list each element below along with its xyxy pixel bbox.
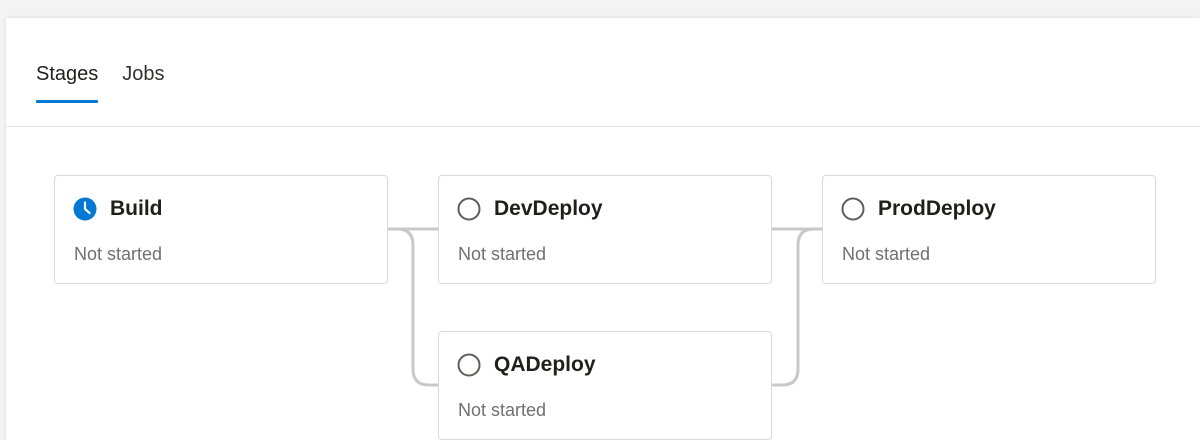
- connector-build-qadeploy: [387, 227, 440, 387]
- tab-stages[interactable]: Stages: [36, 58, 99, 103]
- tab-bar: Stages Jobs: [36, 58, 165, 103]
- tab-jobs[interactable]: Jobs: [122, 58, 164, 102]
- stage-name: DevDeploy: [494, 197, 603, 220]
- stage-card-devdeploy[interactable]: DevDeploy Not started: [438, 175, 772, 284]
- circle-icon: [457, 353, 481, 377]
- pipeline-panel: Stages Jobs Build Not started DevDeploy …: [6, 18, 1200, 440]
- stage-card-proddeploy[interactable]: ProdDeploy Not started: [822, 175, 1156, 284]
- stage-name: QADeploy: [494, 353, 596, 376]
- stage-status: Not started: [458, 244, 547, 264]
- connector-qadeploy-proddeploy: [771, 227, 824, 387]
- stage-status: Not started: [458, 400, 547, 420]
- stage-card-build[interactable]: Build Not started: [54, 175, 388, 284]
- circle-icon: [841, 197, 865, 221]
- stage-name: ProdDeploy: [878, 197, 996, 220]
- divider: [6, 126, 1200, 127]
- stage-card-qadeploy[interactable]: QADeploy Not started: [438, 331, 772, 440]
- stage-status: Not started: [74, 244, 163, 264]
- stage-name: Build: [110, 197, 163, 220]
- clock-icon: [73, 197, 97, 221]
- circle-icon: [457, 197, 481, 221]
- stage-status: Not started: [842, 244, 931, 264]
